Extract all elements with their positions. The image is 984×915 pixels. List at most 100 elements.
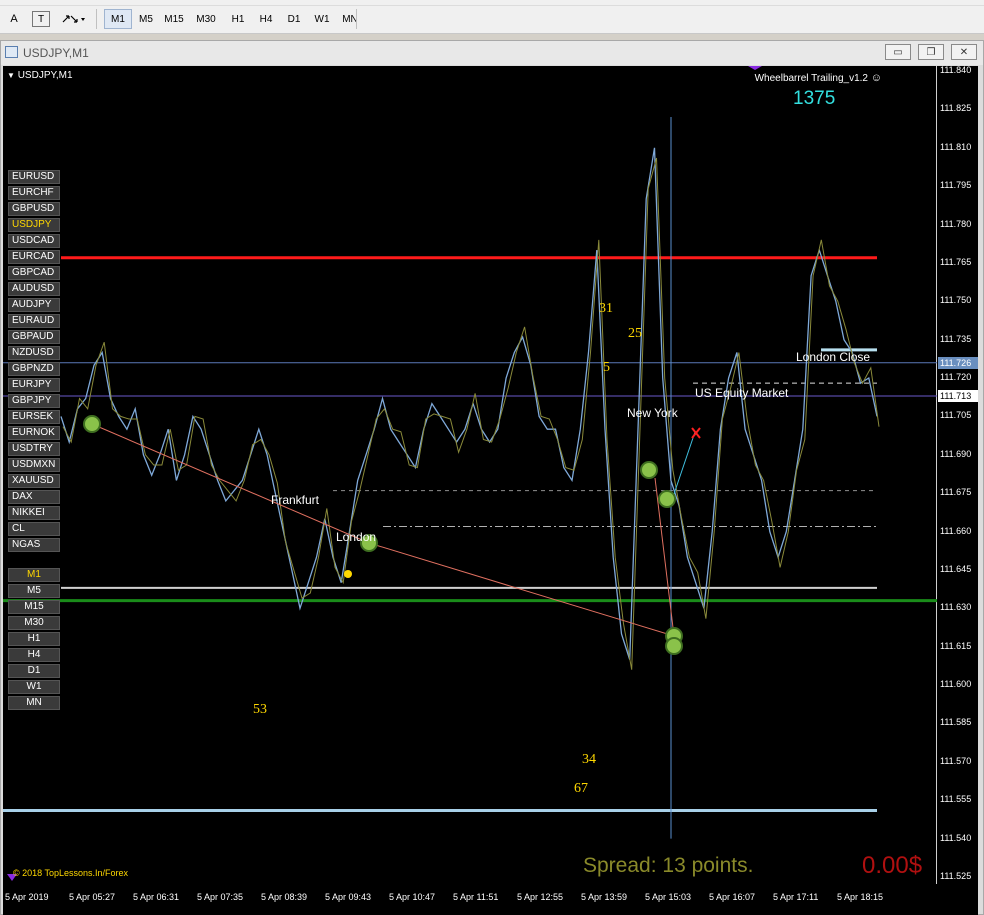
toolbar-tf-mn[interactable]: MN (336, 9, 364, 29)
time-tick-label: 5 Apr 05:27 (69, 892, 116, 902)
window-titlebar[interactable]: USDJPY,M1 ▭ ❐ ✕ (1, 41, 983, 65)
symbol-button-xauusd[interactable]: XAUUSD (8, 474, 60, 488)
time-tick-label: 5 Apr 18:15 (837, 892, 884, 902)
price-tick-label: 111.690 (940, 448, 972, 459)
price-tick-label: 111.780 (940, 218, 972, 229)
arrows-icon (62, 15, 85, 23)
panel-tf-button-w1[interactable]: W1 (8, 680, 60, 694)
panel-tf-button-m30[interactable]: M30 (8, 616, 60, 630)
symbol-button-gbpusd[interactable]: GBPUSD (8, 202, 60, 216)
cross-marker (691, 427, 701, 439)
symbol-button-dax[interactable]: DAX (8, 490, 60, 504)
chart-header-symbol: USDJPY,M1 (17, 70, 73, 81)
time-tick-label: 5 Apr 10:47 (389, 892, 436, 902)
restore-button[interactable]: ❐ (918, 44, 944, 60)
toolbar-tf-h1[interactable]: H1 (224, 9, 252, 29)
symbol-button-ngas[interactable]: NGAS (8, 538, 60, 552)
symbol-button-cl[interactable]: CL (8, 522, 60, 536)
symbol-button-eurchf[interactable]: EURCHF (8, 186, 60, 200)
price-series-line (60, 147, 878, 660)
symbol-button-euraud[interactable]: EURAUD (8, 314, 60, 328)
text-tool-button[interactable]: A (6, 9, 22, 29)
symbol-button-nzdusd[interactable]: NZDUSD (8, 346, 60, 360)
text-label-tool-button[interactable]: T (32, 11, 50, 27)
indicator-name: Wheelbarrel Trailing_v1.2 ☺ (755, 72, 882, 84)
panel-tf-button-mn[interactable]: MN (8, 696, 60, 710)
session-label-new-york: New York (627, 406, 678, 420)
symbol-button-eurcad[interactable]: EURCAD (8, 250, 60, 264)
symbol-button-eurnok[interactable]: EURNOK (8, 426, 60, 440)
price-tick-label: 111.825 (940, 103, 972, 114)
time-tick-label: 5 Apr 12:55 (517, 892, 564, 902)
bid-price-badge: 111.713 (938, 389, 978, 402)
time-tick-label: 5 Apr 15:03 (645, 892, 692, 902)
zigzag-trend-line (91, 423, 675, 637)
time-tick-label: 5 Apr 06:31 (133, 892, 180, 902)
price-tick-label: 111.720 (940, 372, 972, 383)
arrows-tool-button[interactable] (60, 9, 88, 29)
time-tick-label: 5 Apr 07:35 (197, 892, 244, 902)
toolbar-tf-m15[interactable]: M15 (160, 9, 188, 29)
price-tick-label: 111.705 (940, 410, 972, 421)
toolbar-tf-m30[interactable]: M30 (192, 9, 220, 29)
symbol-button-eurusd[interactable]: EURUSD (8, 170, 60, 184)
toolbar-tf-h4[interactable]: H4 (252, 9, 280, 29)
plot-area[interactable]: ▼ USDJPY,M1 Wheelbarrel Trailing_v1.2 ☺ … (3, 66, 937, 884)
price-tick-label: 111.525 (940, 871, 972, 881)
ask-price-badge: 111.726 (938, 356, 978, 369)
price-tick-label: 111.630 (940, 602, 972, 613)
panel-tf-button-h1[interactable]: H1 (8, 632, 60, 646)
price-tick-label: 111.600 (940, 679, 972, 690)
session-label-us-equity: US Equity Market (695, 386, 789, 400)
toolbar-tf-m5[interactable]: M5 (132, 9, 160, 29)
panel-tf-button-m5[interactable]: M5 (8, 584, 60, 598)
session-label-london: London (336, 530, 377, 544)
chart-menu-triangle-icon[interactable]: ▼ (7, 71, 15, 80)
toolbar-top-strip (0, 0, 984, 6)
signal-marker (665, 637, 683, 655)
symbol-button-usdtry[interactable]: USDTRY (8, 442, 60, 456)
price-chart[interactable]: ▼ USDJPY,M1 Wheelbarrel Trailing_v1.2 ☺ … (3, 65, 978, 915)
price-axis[interactable]: 111.840 111.825 111.810 111.795 111.780 111.7… (938, 65, 978, 884)
panel-tf-button-m1[interactable]: M1 (8, 568, 60, 582)
toolbar-separator (96, 9, 97, 29)
symbol-button-gbpaud[interactable]: GBPAUD (8, 330, 60, 344)
price-tick-label: 111.615 (940, 640, 972, 651)
minimize-button[interactable]: ▭ (885, 44, 911, 60)
time-tick-label: 5 Apr 13:59 (581, 892, 628, 902)
panel-tf-button-m15[interactable]: M15 (8, 600, 60, 614)
symbol-button-usdmxn[interactable]: USDMXN (8, 458, 60, 472)
close-button[interactable]: ✕ (951, 44, 977, 60)
symbol-button-usdcad[interactable]: USDCAD (8, 234, 60, 248)
symbol-button-audusd[interactable]: AUDUSD (8, 282, 60, 296)
symbol-button-audjpy[interactable]: AUDJPY (8, 298, 60, 312)
time-axis[interactable]: 5 Apr 2019 5 Apr 05:27 5 Apr 06:31 5 Apr 07… (3, 884, 938, 915)
time-tick-label: 5 Apr 08:39 (261, 892, 308, 902)
count-label: 53 (253, 702, 267, 717)
symbol-button-eursek[interactable]: EURSEK (8, 410, 60, 424)
toolbar-tf-w1[interactable]: W1 (308, 9, 336, 29)
signal-marker (658, 490, 676, 508)
toolbar-tf-m1[interactable]: M1 (104, 9, 132, 29)
time-tick-label: 5 Apr 2019 (5, 892, 49, 902)
counter-top: 1375 (793, 88, 836, 109)
sun-marker (344, 570, 352, 578)
top-triangle-marker (748, 66, 762, 70)
symbol-button-gbpjpy[interactable]: GBPJPY (8, 394, 60, 408)
symbol-button-gbpnzd[interactable]: GBPNZD (8, 362, 60, 376)
toolbar-tf-d1[interactable]: D1 (280, 9, 308, 29)
symbol-button-usdjpy[interactable]: USDJPY (8, 218, 60, 232)
time-tick-label: 5 Apr 11:51 (453, 892, 499, 902)
symbol-button-nikkei[interactable]: NIKKEI (8, 506, 60, 520)
symbol-button-eurjpy[interactable]: EURJPY (8, 378, 60, 392)
price-tick-label: 111.540 (940, 832, 972, 843)
window-title: USDJPY,M1 (23, 46, 89, 60)
chart-svg (3, 66, 937, 881)
symbol-button-gbpcad[interactable]: GBPCAD (8, 266, 60, 280)
profit-text: 0.00$ (862, 852, 923, 879)
price-tick-label: 111.585 (940, 717, 972, 728)
signal-line (673, 431, 696, 495)
session-label-london-close: London Close (796, 350, 871, 364)
panel-tf-button-h4[interactable]: H4 (8, 648, 60, 662)
panel-tf-button-d1[interactable]: D1 (8, 664, 60, 678)
